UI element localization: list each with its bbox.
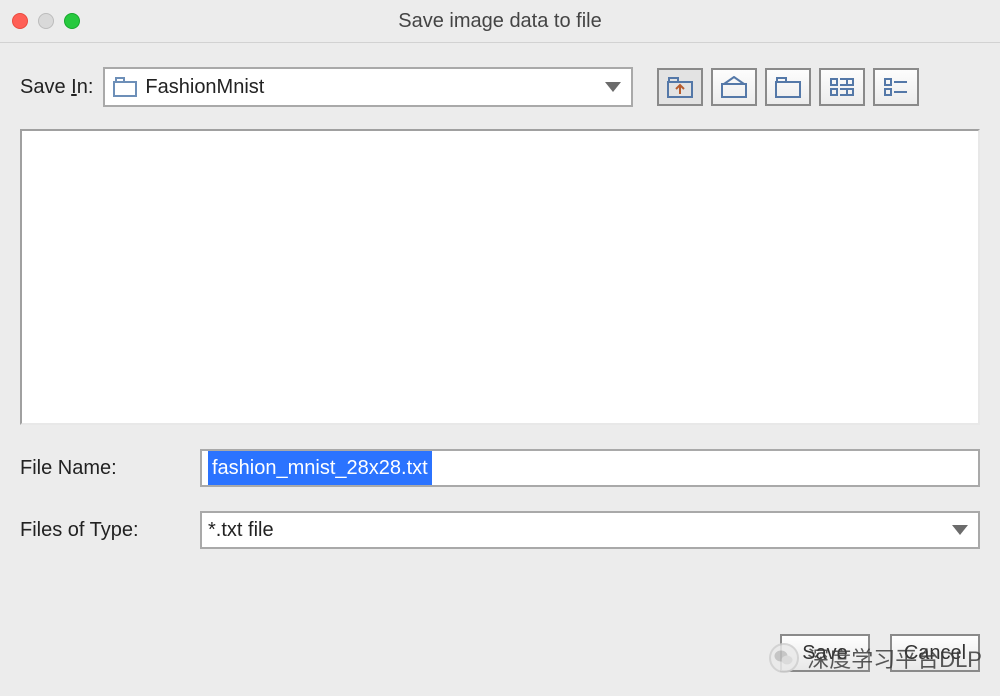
dialog-content: Save In: FashionMnist	[0, 43, 1000, 565]
file-name-row: File Name: fashion_mnist_28x28.txt	[20, 449, 980, 487]
save-in-label: Save In:	[20, 76, 93, 99]
new-folder-icon	[775, 76, 801, 98]
file-type-value: *.txt file	[208, 519, 274, 542]
close-window-button[interactable]	[12, 13, 28, 29]
file-name-label: File Name:	[20, 457, 180, 480]
save-in-row: Save In: FashionMnist	[20, 67, 980, 107]
file-type-row: Files of Type: *.txt file	[20, 511, 980, 549]
save-in-dropdown[interactable]: FashionMnist	[103, 67, 633, 107]
minimize-window-button[interactable]	[38, 13, 54, 29]
chevron-down-icon	[605, 82, 621, 92]
dialog-actions: Save Cancel	[780, 634, 980, 672]
list-view-button[interactable]	[819, 68, 865, 106]
details-view-button[interactable]	[873, 68, 919, 106]
window-title: Save image data to file	[0, 10, 1000, 33]
toolbar-buttons	[657, 68, 919, 106]
cancel-button[interactable]: Cancel	[890, 634, 980, 672]
folder-icon	[113, 77, 137, 97]
file-type-dropdown[interactable]: *.txt file	[200, 511, 980, 549]
home-icon	[721, 76, 747, 98]
title-bar: Save image data to file	[0, 0, 1000, 42]
save-button[interactable]: Save	[780, 634, 870, 672]
home-button[interactable]	[711, 68, 757, 106]
file-name-value: fashion_mnist_28x28.txt	[208, 451, 432, 485]
file-list-area[interactable]	[20, 129, 980, 425]
grid-list-icon	[829, 76, 855, 98]
file-type-label: Files of Type:	[20, 519, 180, 542]
new-folder-button[interactable]	[765, 68, 811, 106]
folder-up-icon	[667, 76, 693, 98]
zoom-window-button[interactable]	[64, 13, 80, 29]
details-list-icon	[883, 76, 909, 98]
save-in-value: FashionMnist	[145, 76, 264, 99]
file-name-input[interactable]: fashion_mnist_28x28.txt	[200, 449, 980, 487]
up-one-level-button[interactable]	[657, 68, 703, 106]
chevron-down-icon	[952, 525, 968, 535]
window-traffic-lights	[12, 13, 80, 29]
